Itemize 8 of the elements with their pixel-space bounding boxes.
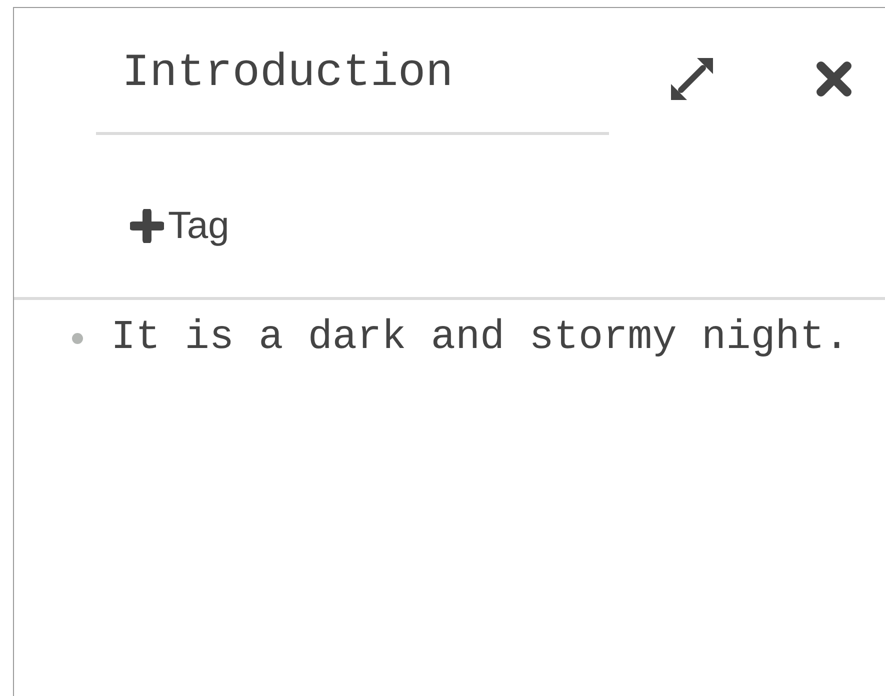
add-tag-button[interactable]: Tag: [130, 204, 230, 248]
bullet-icon: [72, 332, 83, 344]
plus-icon: [130, 209, 164, 243]
expand-icon[interactable]: [669, 56, 715, 102]
close-icon[interactable]: [816, 61, 852, 97]
note-title: Introduction: [122, 47, 454, 99]
title-field[interactable]: Introduction: [96, 44, 609, 135]
bullet-text: It is a dark and stormy night.: [111, 314, 850, 362]
